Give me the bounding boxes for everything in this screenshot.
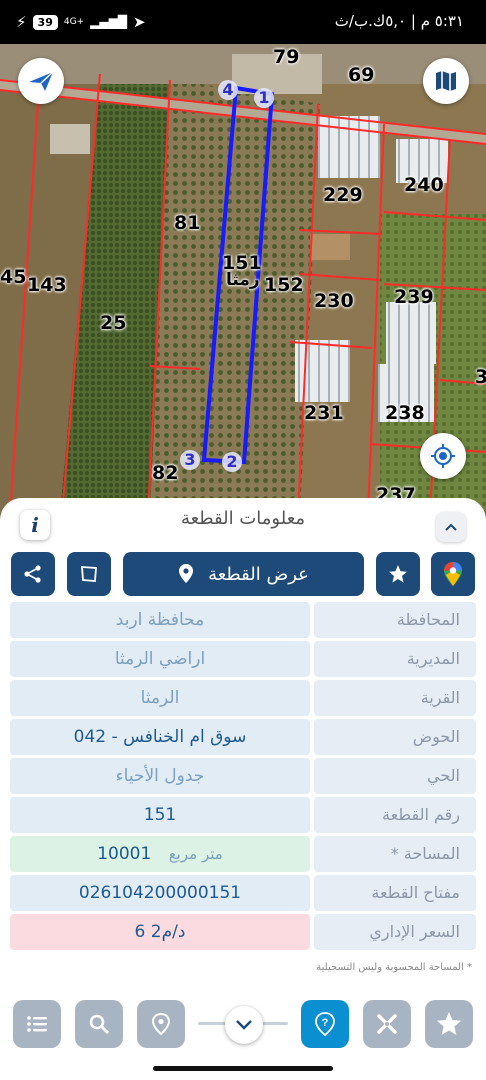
status-bar: ⚡ 39 4G+ ▂▄▆█ ➤ ٥:٣١ م | ٥,٠ك.ب/ث	[0, 0, 486, 44]
detail-row-basin: الحوض سوق ام الخنافس - 042	[10, 719, 476, 755]
help-pin-icon: ?	[315, 1012, 335, 1037]
parcel-label[interactable]: 231	[304, 402, 344, 424]
area-unit: متر مربع	[168, 845, 223, 863]
status-time: ٥:٣١ م | ٥,٠ك.ب/ث	[334, 12, 464, 30]
compass-button[interactable]	[18, 58, 64, 104]
show-parcel-button[interactable]: عرض القطعة	[123, 552, 364, 596]
detail-row-admin-price: السعر الإداري 6 د/م2	[10, 914, 476, 950]
map-layers-button[interactable]	[423, 58, 469, 104]
location-pin-icon	[179, 564, 194, 583]
my-location-button[interactable]	[420, 433, 466, 479]
detail-row-governorate: المحافظة محافظة اربد	[10, 602, 476, 638]
map-view[interactable]: 79 69 229 240 81 151 152 230 239 45 143 …	[0, 44, 486, 514]
vertex-marker: 1	[254, 88, 274, 108]
parcel-label[interactable]: 45	[0, 266, 26, 288]
system-nav-bar	[0, 1060, 486, 1080]
collapse-button[interactable]	[436, 512, 466, 542]
parcel-label[interactable]: 82	[152, 462, 178, 484]
row-label: المساحة *	[314, 836, 476, 872]
polygon-icon	[81, 566, 97, 582]
row-value: 6 د/م2	[10, 914, 310, 950]
location-search-icon	[151, 1012, 171, 1036]
google-maps-button[interactable]	[431, 552, 475, 596]
chevron-up-icon	[445, 523, 457, 531]
parcel-label[interactable]: 25	[100, 312, 126, 334]
svg-text:?: ?	[322, 1017, 329, 1029]
search-icon	[89, 1014, 110, 1035]
row-value: جدول الأحياء	[10, 758, 310, 794]
list-icon	[27, 1016, 47, 1032]
parcel-label[interactable]: 229	[323, 184, 363, 206]
bottom-toolbar: ?	[0, 988, 486, 1060]
share-button[interactable]	[11, 552, 55, 596]
parcel-label[interactable]: 81	[174, 212, 200, 234]
row-label: مفتاح القطعة	[314, 875, 476, 911]
vertex-marker: 2	[222, 452, 242, 472]
detail-row-area: المساحة * متر مربع 10001	[10, 836, 476, 872]
row-label: المحافظة	[314, 602, 476, 638]
row-label: الحي	[314, 758, 476, 794]
parcel-label[interactable]: 238	[385, 402, 425, 424]
share-icon	[24, 565, 41, 583]
parcel-label[interactable]: 152	[264, 274, 304, 296]
area-footnote: * المساحة المحسوبة وليس التسجيلية	[316, 962, 472, 973]
favorite-button[interactable]	[376, 552, 420, 596]
row-label: القرية	[314, 680, 476, 716]
location-arrow-icon: ➤	[133, 13, 146, 31]
map-icon	[436, 71, 456, 91]
vertex-marker: 4	[218, 80, 238, 100]
detail-row-parcel-number: رقم القطعة 151	[10, 797, 476, 833]
google-maps-pin-icon	[444, 562, 462, 586]
parcel-label[interactable]: 240	[404, 174, 444, 196]
row-value: 026104200000151	[10, 875, 310, 911]
row-value: سوق ام الخنافس - 042	[10, 719, 310, 755]
tools-icon	[377, 1014, 397, 1034]
panel-title: معلومات القطعة	[180, 508, 306, 529]
network-type: 4G+	[63, 17, 85, 27]
action-bar: عرض القطعة	[0, 552, 486, 596]
row-value: الرمثا	[10, 680, 310, 716]
detail-row-parcel-key: مفتاح القطعة 026104200000151	[10, 875, 476, 911]
row-label: الحوض	[314, 719, 476, 755]
row-label: المديرية	[314, 641, 476, 677]
home-indicator[interactable]	[153, 1066, 333, 1071]
detail-row-village: القرية الرمثا	[10, 680, 476, 716]
parcel-label[interactable]: 143	[27, 274, 67, 296]
charging-icon: ⚡	[16, 13, 27, 31]
draw-polygon-button[interactable]	[67, 552, 111, 596]
parcel-label[interactable]: 3	[475, 366, 486, 388]
vertex-marker: 3	[180, 450, 200, 470]
help-button[interactable]: ?	[301, 1000, 349, 1048]
place-search-button[interactable]	[137, 1000, 185, 1048]
row-value: اراضي الرمثا	[10, 641, 310, 677]
tools-button[interactable]	[363, 1000, 411, 1048]
parcel-label[interactable]: 79	[273, 46, 299, 68]
locate-icon	[431, 444, 455, 468]
compass-plane-icon	[29, 71, 54, 91]
parcel-label[interactable]: 239	[394, 286, 434, 308]
signal-icon: ▂▄▆█	[90, 15, 128, 29]
parcel-label[interactable]: 230	[314, 290, 354, 312]
selected-parcel-name: رمثا	[226, 270, 260, 290]
list-button[interactable]	[13, 1000, 61, 1048]
row-label: رقم القطعة	[314, 797, 476, 833]
detail-row-directorate: المديرية اراضي الرمثا	[10, 641, 476, 677]
parcel-details: المحافظة محافظة اربد المديرية اراضي الرم…	[10, 602, 476, 953]
expand-toolbar-button[interactable]	[225, 1006, 263, 1044]
row-value: 151	[10, 797, 310, 833]
row-value: محافظة اربد	[10, 602, 310, 638]
row-label: السعر الإداري	[314, 914, 476, 950]
row-value-area: متر مربع 10001	[10, 836, 310, 872]
star-icon	[389, 565, 407, 583]
area-value: 10001	[97, 844, 152, 864]
chevron-down-icon	[236, 1020, 252, 1030]
show-parcel-label: عرض القطعة	[208, 563, 309, 585]
favorites-button[interactable]	[425, 1000, 473, 1048]
search-button[interactable]	[75, 1000, 123, 1048]
detail-row-district: الحي جدول الأحياء	[10, 758, 476, 794]
battery-indicator: 39	[32, 14, 58, 30]
parcel-info-panel: i معلومات القطعة عرض القطعة المحافظة محا…	[0, 498, 486, 988]
star-icon	[437, 1012, 461, 1035]
parcel-label[interactable]: 69	[348, 64, 374, 86]
